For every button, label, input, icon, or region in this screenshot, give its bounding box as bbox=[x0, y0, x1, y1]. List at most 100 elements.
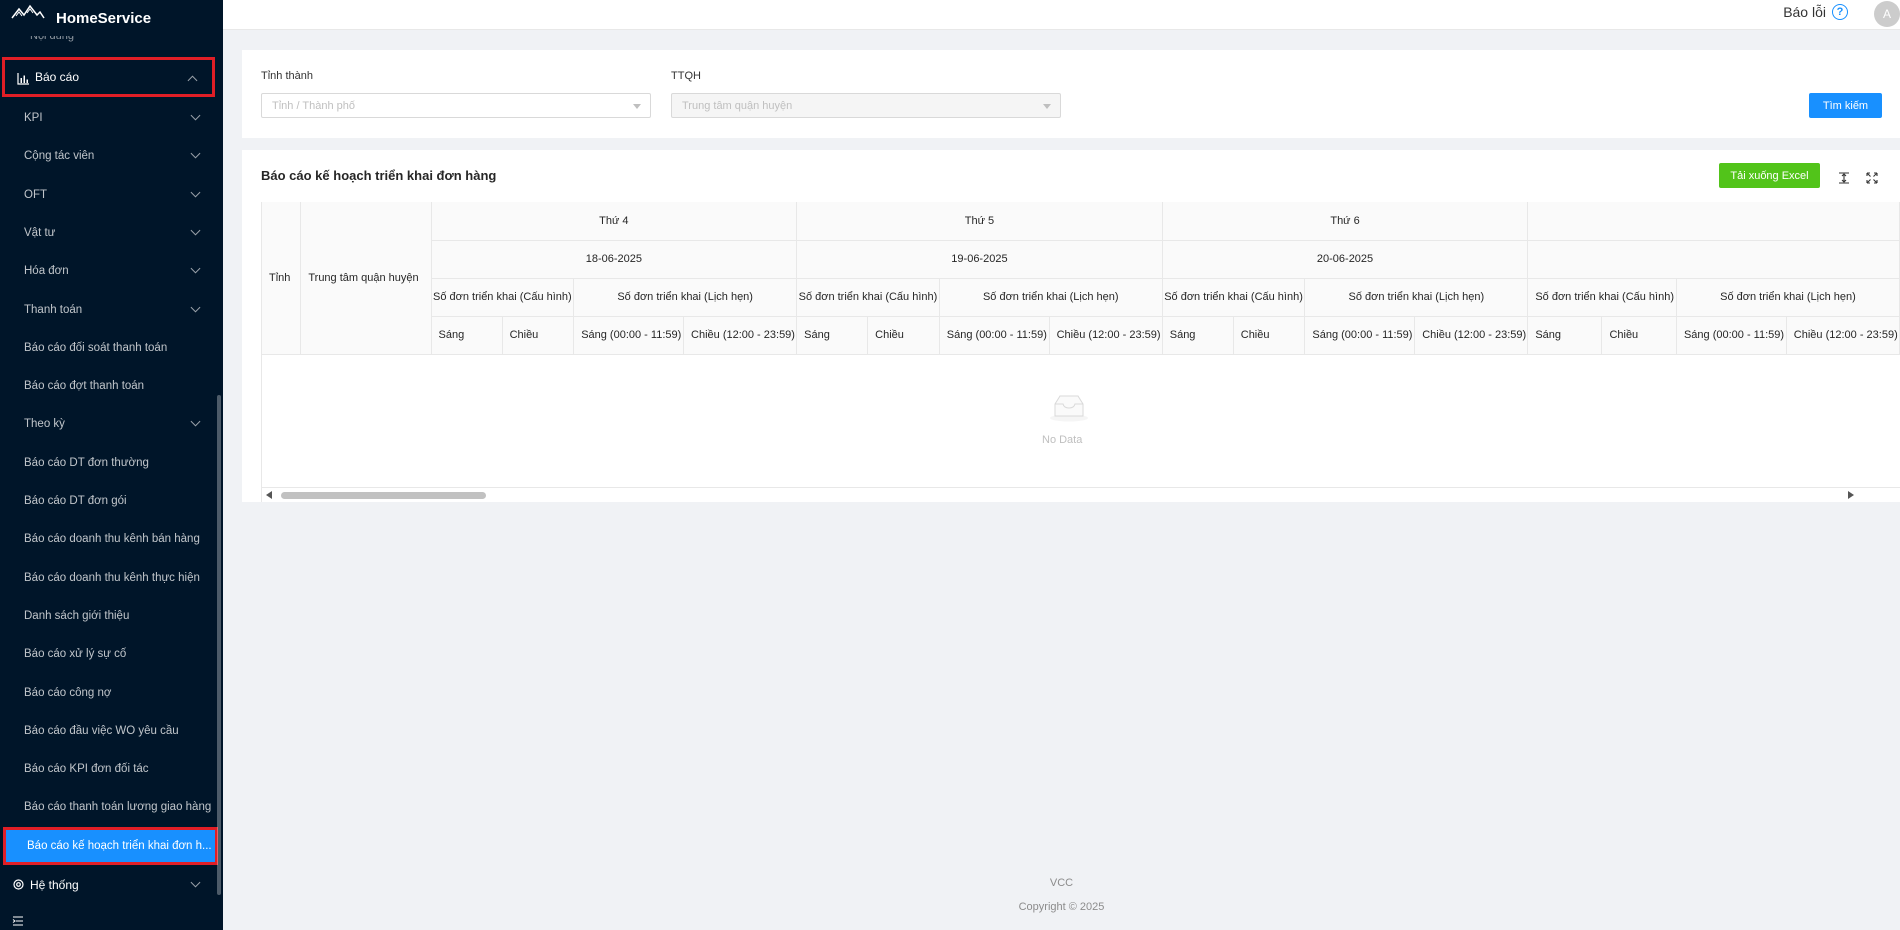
sidebar-scrollbar[interactable] bbox=[217, 395, 221, 895]
column-header-afternoon-slot: Chiều (12:00 - 23:59) bbox=[1049, 316, 1163, 355]
footer-copyright: Copyright © 2025 bbox=[1018, 901, 1105, 913]
sidebar-item-label: Báo cáo thanh toán lương giao hàng bbox=[24, 801, 212, 814]
sidebar-item-deployment-plan-report[interactable]: Báo cáo kế hoạch triển khai đơn h... bbox=[3, 827, 218, 865]
column-header-date: 18-06-2025 bbox=[431, 240, 798, 279]
column-header-afternoon: Chiều bbox=[1233, 316, 1306, 355]
chevron-down-icon bbox=[190, 263, 201, 274]
search-button[interactable]: Tìm kiếm bbox=[1809, 93, 1882, 118]
sidebar-item[interactable]: Báo cáo DT đơn thường bbox=[0, 444, 215, 482]
gear-icon bbox=[13, 879, 24, 890]
sidebar-item[interactable]: Báo cáo đợt thanh toán bbox=[0, 367, 215, 405]
column-header-config-group: Số đơn triển khai (Cấu hình) bbox=[1162, 278, 1306, 317]
chevron-down-icon bbox=[190, 416, 201, 427]
sidebar-item[interactable]: Báo cáo DT đơn gói bbox=[0, 482, 215, 520]
province-label: Tỉnh thành bbox=[261, 70, 313, 82]
sidebar-item-label: Danh sách giới thiệu bbox=[24, 609, 130, 622]
bar-chart-icon bbox=[17, 73, 29, 85]
sidebar-item-label: Hệ thống bbox=[30, 878, 79, 892]
sidebar-item[interactable]: Báo cáo KPI đơn đối tác bbox=[0, 750, 215, 788]
sidebar-item-label: Báo cáo đối soát thanh toán bbox=[24, 341, 168, 354]
column-header-afternoon-slot: Chiều (12:00 - 23:59) bbox=[1786, 316, 1900, 355]
column-header-afternoon-slot: Chiều (12:00 - 23:59) bbox=[683, 316, 798, 355]
app-logo[interactable]: HomeService bbox=[0, 0, 223, 36]
sidebar-item-label: Cộng tác viên bbox=[24, 150, 95, 163]
sidebar-item-label: Báo cáo KPI đơn đối tác bbox=[24, 763, 149, 776]
fullscreen-icon[interactable] bbox=[1865, 171, 1879, 185]
column-header-district: Trung tâm quận huyện bbox=[300, 202, 432, 355]
column-header-config-group: Số đơn triển khai (Cấu hình) bbox=[796, 278, 940, 317]
sidebar-item[interactable]: Danh sách giới thiệu bbox=[0, 597, 215, 635]
sidebar-item-label: Báo cáo công nợ bbox=[24, 686, 112, 699]
column-header-afternoon-slot: Chiều (12:00 - 23:59) bbox=[1414, 316, 1529, 355]
sidebar-item[interactable]: Cộng tác viên bbox=[0, 137, 215, 175]
column-header-afternoon: Chiều bbox=[867, 316, 940, 355]
caret-down-icon bbox=[633, 104, 641, 109]
column-header-date: 20-06-2025 bbox=[1162, 240, 1529, 279]
sidebar-item[interactable]: KPI bbox=[0, 99, 215, 137]
download-excel-button[interactable]: Tải xuống Excel bbox=[1719, 163, 1820, 188]
sidebar-item[interactable]: Báo cáo xử lý sự cố bbox=[0, 635, 215, 673]
horizontal-scrollbar[interactable] bbox=[262, 489, 1900, 501]
sidebar-item-label: Báo cáo xử lý sự cố bbox=[24, 648, 127, 661]
report-panel: Báo cáo kế hoạch triển khai đơn hàng Tải… bbox=[242, 150, 1900, 502]
sidebar-item-reports[interactable]: Báo cáo bbox=[2, 57, 215, 97]
sidebar-item[interactable]: Báo cáo doanh thu kênh thực hiện bbox=[0, 559, 215, 597]
sidebar-item[interactable]: Thanh toán bbox=[0, 291, 215, 329]
sidebar-item[interactable]: Báo cáo công nợ bbox=[0, 674, 215, 712]
province-select[interactable]: Tỉnh / Thành phố bbox=[261, 93, 651, 118]
avatar[interactable]: A bbox=[1874, 1, 1900, 27]
column-header-schedule-group: Số đơn triển khai (Lịch hẹn) bbox=[1676, 278, 1900, 317]
scroll-right-arrow-icon[interactable] bbox=[1848, 491, 1854, 499]
column-header-afternoon: Chiều bbox=[502, 316, 575, 355]
sidebar-item[interactable]: Báo cáo thanh toán lương giao hàng bbox=[0, 788, 215, 826]
column-header-date: 19-06-2025 bbox=[796, 240, 1163, 279]
district-placeholder: Trung tâm quận huyện bbox=[682, 99, 793, 112]
help-icon[interactable]: ? bbox=[1832, 4, 1848, 20]
sidebar-item[interactable]: Báo cáo đối soát thanh toán bbox=[0, 329, 215, 367]
column-header-morning: Sáng bbox=[796, 316, 869, 355]
scrollbar-thumb[interactable] bbox=[281, 492, 486, 499]
sidebar-item-label: Báo cáo đợt thanh toán bbox=[24, 380, 145, 393]
report-bug-label: Báo lỗi bbox=[1783, 4, 1826, 20]
column-header-date bbox=[1527, 240, 1900, 279]
column-header-morning: Sáng bbox=[1162, 316, 1234, 355]
scroll-left-arrow-icon[interactable] bbox=[266, 491, 272, 499]
chevron-down-icon bbox=[190, 302, 201, 312]
table-empty-state: No Data bbox=[262, 354, 1900, 488]
column-header-config-group: Số đơn triển khai (Cấu hình) bbox=[1527, 278, 1677, 317]
chevron-down-icon bbox=[190, 110, 201, 121]
sidebar-item-label: Báo cáo DT đơn gói bbox=[24, 495, 127, 507]
chevron-down-icon bbox=[190, 187, 201, 198]
sidebar-item-label: Báo cáo kế hoạch triển khai đơn h... bbox=[27, 840, 212, 852]
column-header-weekday: Thứ 4 bbox=[431, 202, 798, 241]
district-label: TTQH bbox=[671, 70, 701, 82]
report-table: Tỉnh Trung tâm quận huyện Thứ 4 Thứ 5 Th… bbox=[261, 202, 1900, 502]
chevron-down-icon bbox=[190, 225, 201, 236]
sidebar-item[interactable]: OFT bbox=[0, 176, 215, 214]
sidebar-item[interactable]: Hóa đơn bbox=[0, 252, 215, 290]
column-header-morning-slot: Sáng (00:00 - 11:59) bbox=[1676, 316, 1787, 355]
column-header-province: Tỉnh bbox=[262, 202, 302, 355]
no-data-text: No Data bbox=[1042, 434, 1083, 446]
empty-inbox-icon bbox=[1050, 395, 1088, 422]
sidebar-item-label: Báo cáo doanh thu kênh thực hiện bbox=[24, 571, 200, 584]
column-header-morning-slot: Sáng (00:00 - 11:59) bbox=[1304, 316, 1416, 355]
sidebar-item[interactable]: Báo cáo đầu việc WO yêu cầu bbox=[0, 712, 215, 750]
report-bug-link[interactable]: Báo lỗi ? bbox=[1783, 4, 1848, 20]
report-title: Báo cáo kế hoạch triển khai đơn hàng bbox=[261, 168, 497, 183]
sidebar-item[interactable]: Theo kỳ bbox=[0, 405, 215, 443]
sidebar: Nội dung Báo cáo KPI Cộng tác viên OFT Vật … bbox=[0, 0, 223, 930]
menu-collapse-icon[interactable] bbox=[12, 916, 24, 926]
province-placeholder: Tỉnh / Thành phố bbox=[272, 99, 355, 112]
sidebar-item-label: Báo cáo DT đơn thường bbox=[24, 456, 149, 469]
chevron-down-icon bbox=[190, 877, 201, 888]
sidebar-item[interactable]: Báo cáo doanh thu kênh bán hàng bbox=[0, 520, 215, 558]
sidebar-item-label: KPI bbox=[24, 112, 43, 124]
column-header-morning-slot: Sáng (00:00 - 11:59) bbox=[939, 316, 1050, 355]
sidebar-item-label: Báo cáo bbox=[35, 70, 80, 84]
district-select[interactable]: Trung tâm quận huyện bbox=[671, 93, 1061, 118]
sidebar-item-label: OFT bbox=[24, 188, 47, 201]
sidebar-item-system[interactable]: Hệ thống bbox=[0, 866, 215, 904]
column-height-icon[interactable] bbox=[1837, 171, 1851, 185]
sidebar-item[interactable]: Vật tư bbox=[0, 214, 215, 252]
